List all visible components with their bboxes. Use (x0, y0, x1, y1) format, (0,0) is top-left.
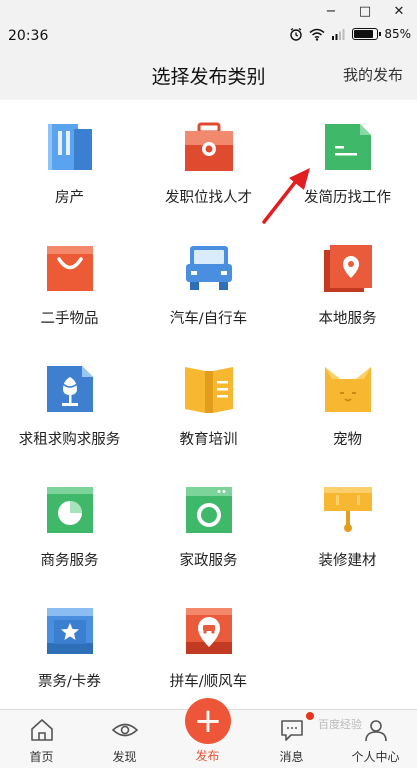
clock: 20:36 (8, 28, 49, 44)
category-label: 发职位找人才 (165, 190, 252, 206)
location-pin-icon (324, 245, 372, 292)
unread-badge (306, 712, 314, 720)
category-label: 教育培训 (179, 432, 238, 448)
status-icons: 85% (289, 27, 411, 41)
battery-icon (352, 28, 382, 40)
cat-icon (325, 367, 371, 412)
battery-percent: 85% (384, 27, 411, 41)
tab-label: 发现 (112, 750, 137, 764)
home-icon (31, 719, 53, 741)
signal-icon (332, 29, 345, 40)
category-vehicles[interactable]: 汽车/自行车 (139, 222, 278, 343)
category-wanted[interactable]: 求租求购求服务 (0, 343, 139, 464)
category-tickets[interactable]: 票务/卡券 (0, 585, 139, 706)
building-icon (48, 124, 92, 170)
washing-machine-icon (186, 487, 232, 533)
category-real-estate[interactable]: 房产 (0, 101, 139, 222)
category-business[interactable]: 商务服务 (0, 464, 139, 585)
status-bar: 20:36 85% (0, 22, 417, 52)
category-label: 商务服务 (40, 553, 99, 569)
briefcase-icon (185, 122, 233, 171)
category-pets[interactable]: 宠物 (278, 343, 417, 464)
watermark: 百度经验 (318, 718, 362, 731)
category-post-job[interactable]: 发职位找人才 (139, 101, 278, 222)
tab-label: 个人中心 (351, 750, 400, 764)
screen: − □ ✕ 20:36 85% 选择发布类别 我的发布 房产 发职位找人才 发简… (0, 0, 417, 768)
category-label: 票务/卡券 (38, 674, 101, 690)
category-secondhand[interactable]: 二手物品 (0, 222, 139, 343)
minimize-button[interactable]: − (320, 2, 342, 20)
publish-label: 发布 (195, 749, 220, 763)
shopping-bag-icon (47, 246, 93, 291)
tab-discover[interactable]: 发现 (83, 710, 166, 768)
tab-label: 消息 (279, 750, 304, 764)
category-housekeeping[interactable]: 家政服务 (139, 464, 278, 585)
carpool-pin-icon (186, 608, 232, 654)
alarm-icon (290, 27, 303, 41)
category-renovation[interactable]: 装修建材 (278, 464, 417, 585)
category-label: 汽车/自行车 (169, 311, 248, 327)
wifi-icon (309, 28, 325, 41)
person-icon (365, 720, 387, 742)
close-button[interactable]: ✕ (388, 2, 410, 20)
category-label: 本地服务 (318, 311, 377, 327)
category-education[interactable]: 教育培训 (139, 343, 278, 464)
pie-chart-icon (47, 487, 93, 533)
category-label: 装修建材 (318, 553, 377, 569)
category-local-services[interactable]: 本地服务 (278, 222, 417, 343)
category-label: 求租求购求服务 (18, 432, 121, 448)
category-label: 宠物 (333, 432, 362, 448)
tab-home[interactable]: 首页 (0, 710, 83, 768)
category-carpool[interactable]: 拼车/顺风车 (139, 585, 278, 706)
publish-button[interactable]: + (185, 698, 231, 744)
tulip-icon (47, 366, 93, 412)
ticket-star-icon (47, 608, 93, 654)
paint-roller-icon (324, 487, 372, 532)
maximize-button[interactable]: □ (354, 2, 376, 20)
category-label: 家政服务 (179, 553, 238, 569)
message-icon (281, 720, 303, 741)
category-label: 拼车/顺风车 (169, 674, 248, 690)
category-label: 房产 (55, 190, 84, 206)
annotation-arrow (262, 168, 310, 224)
car-icon (186, 246, 232, 290)
resume-icon (325, 124, 371, 170)
eye-icon (112, 723, 138, 737)
window-bar: − □ ✕ (0, 0, 417, 22)
category-label: 二手物品 (40, 311, 99, 327)
my-post-link[interactable]: 我的发布 (343, 64, 403, 85)
tab-label: 首页 (29, 750, 54, 764)
header: 选择发布类别 我的发布 (0, 52, 417, 100)
open-book-icon (185, 367, 233, 413)
